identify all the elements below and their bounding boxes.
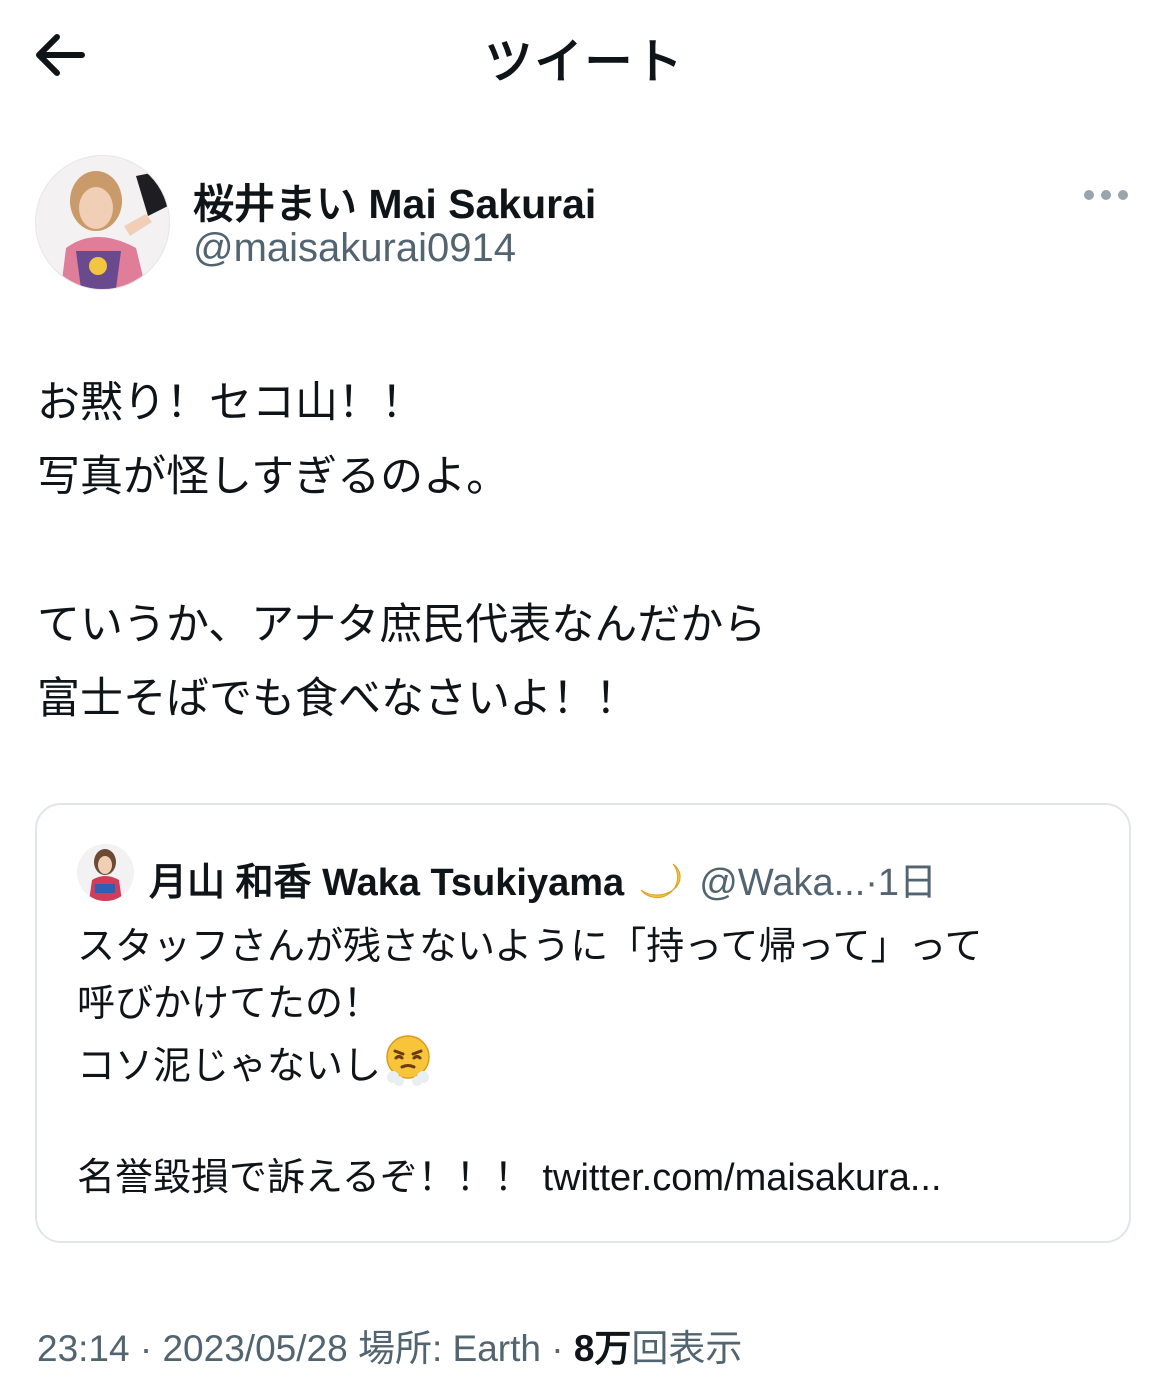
quoted-text-line: コソ泥じゃないし: [77, 1033, 1107, 1090]
quoted-meta-separator: ·: [865, 862, 878, 904]
quoted-handle: @Waka...: [699, 862, 866, 904]
crescent-moon-icon: [635, 860, 689, 910]
author-display-name[interactable]: 桜井まい Mai Sakurai: [193, 170, 596, 230]
meta-separator: ·: [139, 1328, 153, 1369]
tweet-text: お黙り！セコ山！！ 写真が怪しすぎるのよ。 ていうか、アナタ庶民代表なんだから …: [37, 366, 1137, 736]
tweet-text-line: お黙り！セコ山！！: [37, 379, 424, 427]
tweet-text-line: 写真が怪しすぎるのよ。: [37, 453, 510, 501]
view-count: 8万: [573, 1328, 632, 1369]
author-handle[interactable]: @maisakurai0914: [193, 226, 516, 271]
tweet-text-line: ていうか、アナタ庶民代表なんだから: [37, 601, 767, 649]
quoted-link[interactable]: twitter.com/maisakura...: [542, 1157, 941, 1199]
quoted-text-line: スタッフさんが残さないように「持って帰って」って: [77, 926, 983, 968]
tweet-text-blank-line: [37, 514, 1137, 588]
quoted-text-segment: 名誉毀損で訴えるぞ！！！: [77, 1157, 532, 1199]
quoted-display-name: 月山 和香 Waka Tsukiyama: [149, 862, 625, 904]
more-options-button[interactable]: [1078, 178, 1134, 212]
quoted-header: 月山 和香 Waka Tsukiyama @Waka...·1日: [149, 851, 937, 910]
tweet-text-line: 富士そばでも食べなさいよ！！: [37, 675, 639, 723]
more-horizontal-icon: [1084, 190, 1128, 200]
quoted-time: 1日: [877, 862, 938, 904]
tweet-date: 2023/05/28: [162, 1328, 348, 1369]
quoted-text-blank-line: [77, 1090, 1107, 1150]
quoted-text-line: 名誉毀損で訴えるぞ！！！ twitter.com/maisakura...: [77, 1150, 1107, 1207]
meta-separator: ·: [551, 1328, 564, 1369]
face-with-steam-icon: [381, 1033, 435, 1104]
page-title: ツイート: [484, 36, 685, 89]
quoted-text-segment: コソ泥じゃないし: [77, 1045, 382, 1088]
quoted-author-avatar: [77, 844, 134, 901]
tweet-meta: 23:14 · 2023/05/28 場所: Earth · 8万回表示: [37, 1318, 742, 1372]
avatar-photo: [36, 156, 169, 289]
author-avatar[interactable]: [35, 155, 170, 290]
top-bar: ツイート: [0, 0, 1169, 110]
tweet-time: 23:14: [37, 1328, 130, 1369]
tweet-location: 場所: Earth: [357, 1328, 541, 1369]
quoted-text-line: 呼びかけてたの！: [77, 983, 382, 1025]
quoted-tweet-card[interactable]: 月山 和香 Waka Tsukiyama @Waka...·1日 スタッフさんが…: [35, 803, 1131, 1243]
quoted-tweet-text: スタッフさんが残さないように「持って帰って」って 呼びかけてたの！ コソ泥じゃな…: [77, 919, 1107, 1207]
avatar-photo: [77, 844, 134, 901]
view-count-label: 回表示: [631, 1328, 743, 1369]
